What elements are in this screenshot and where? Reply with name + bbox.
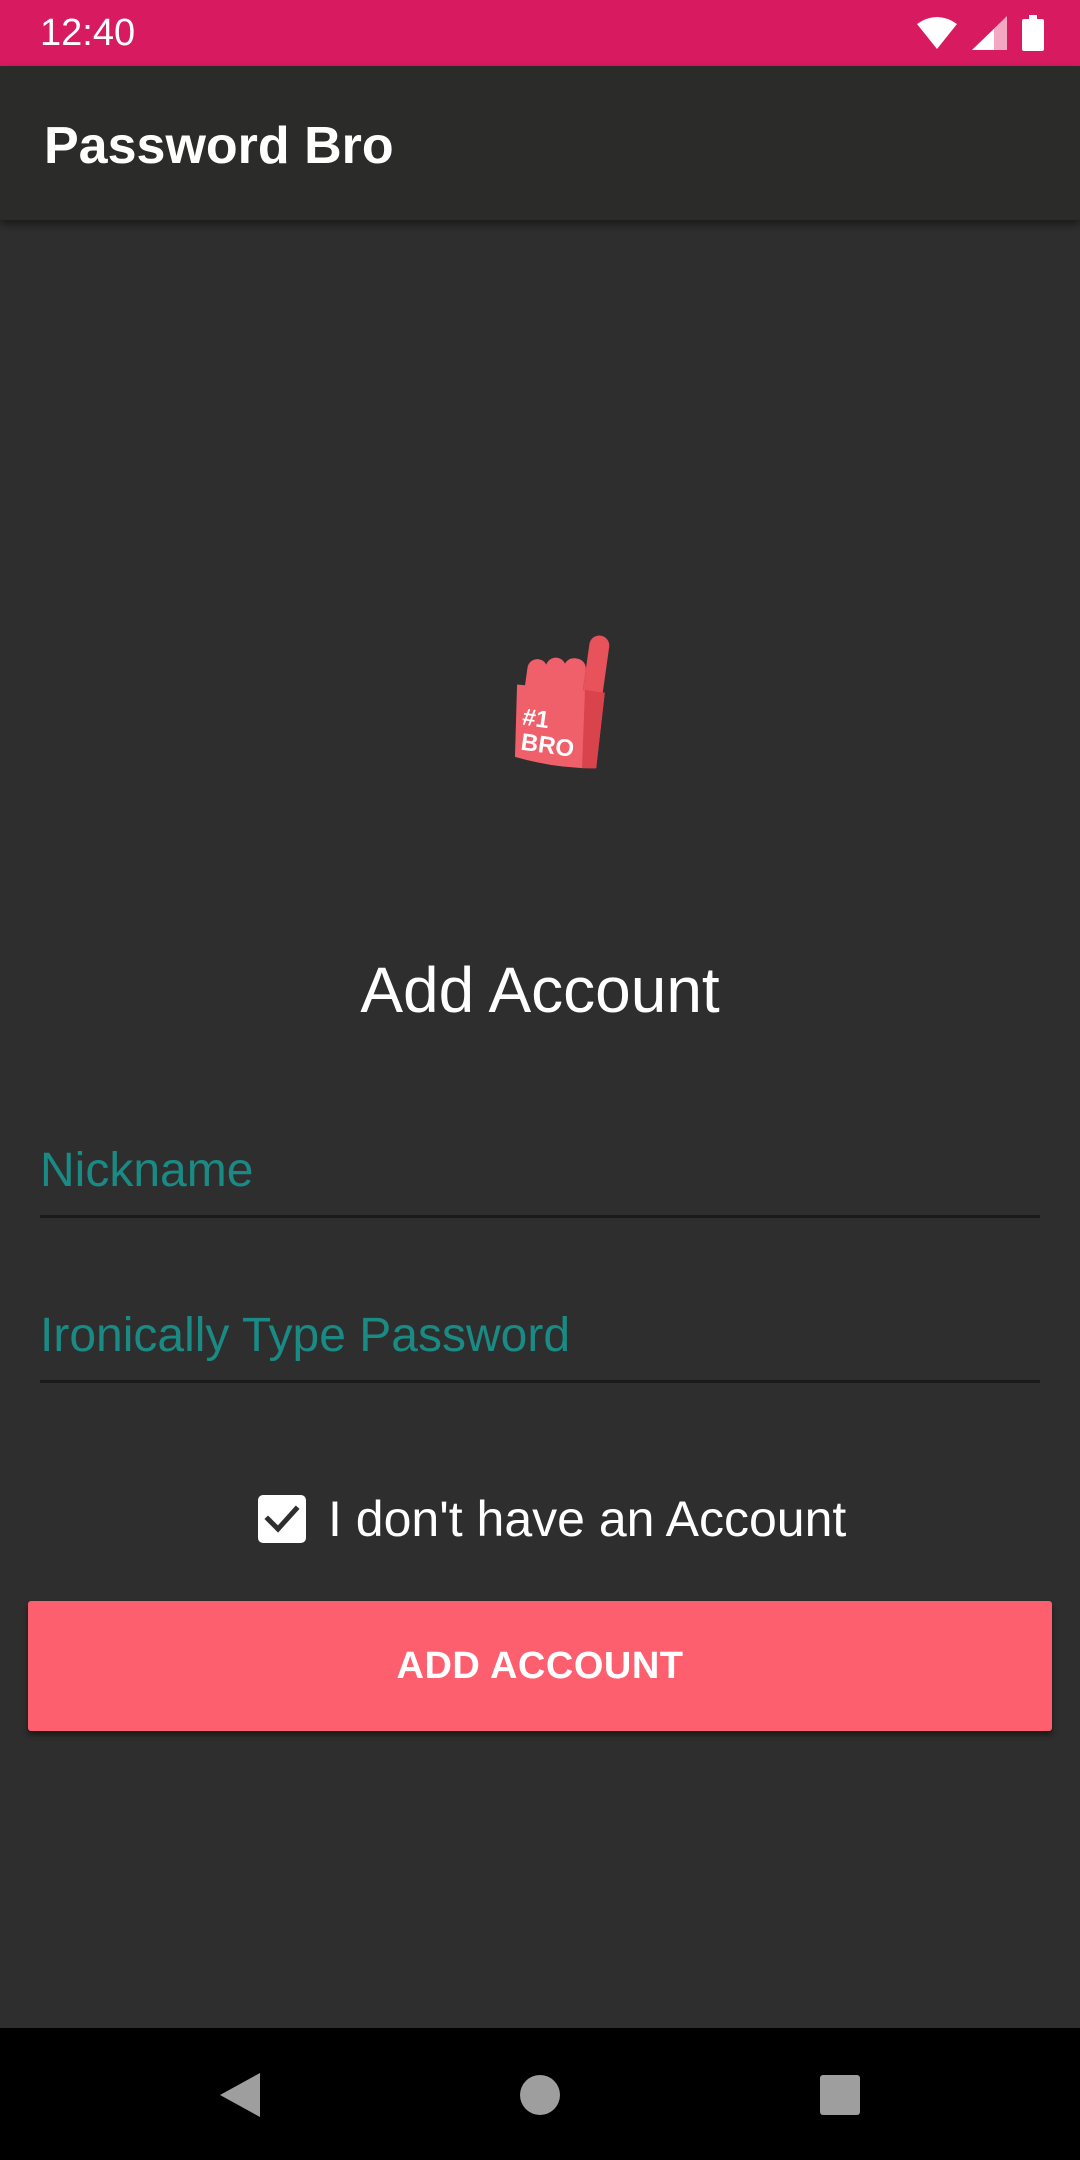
home-icon[interactable] xyxy=(515,2070,565,2120)
back-icon[interactable] xyxy=(215,2070,265,2120)
recents-icon[interactable] xyxy=(815,2070,865,2120)
navigation-bar xyxy=(0,2028,1080,2160)
battery-icon xyxy=(1022,15,1044,51)
foam-finger-icon: #1 BRO xyxy=(505,628,635,778)
nickname-field[interactable] xyxy=(40,1125,1040,1218)
app-bar: Password Bro xyxy=(0,66,1080,220)
nickname-input[interactable] xyxy=(40,1137,1040,1203)
add-account-button[interactable]: ADD ACCOUNT xyxy=(28,1601,1052,1731)
no-account-checkbox-label[interactable]: I don't have an Account xyxy=(328,1489,846,1549)
password-input[interactable] xyxy=(40,1302,1040,1368)
status-icons xyxy=(916,14,1044,52)
signal-icon xyxy=(972,16,1007,50)
status-time: 12:40 xyxy=(40,12,136,54)
checkmark-icon xyxy=(264,1505,300,1533)
wifi-icon xyxy=(917,17,957,49)
app-title: Password Bro xyxy=(44,117,394,175)
page-title: Add Account xyxy=(360,954,720,1026)
no-account-checkbox-row[interactable]: I don't have an Account xyxy=(258,1488,846,1550)
status-bar: 12:40 xyxy=(0,0,1080,66)
no-account-checkbox[interactable] xyxy=(258,1495,306,1543)
password-field[interactable] xyxy=(40,1290,1040,1383)
